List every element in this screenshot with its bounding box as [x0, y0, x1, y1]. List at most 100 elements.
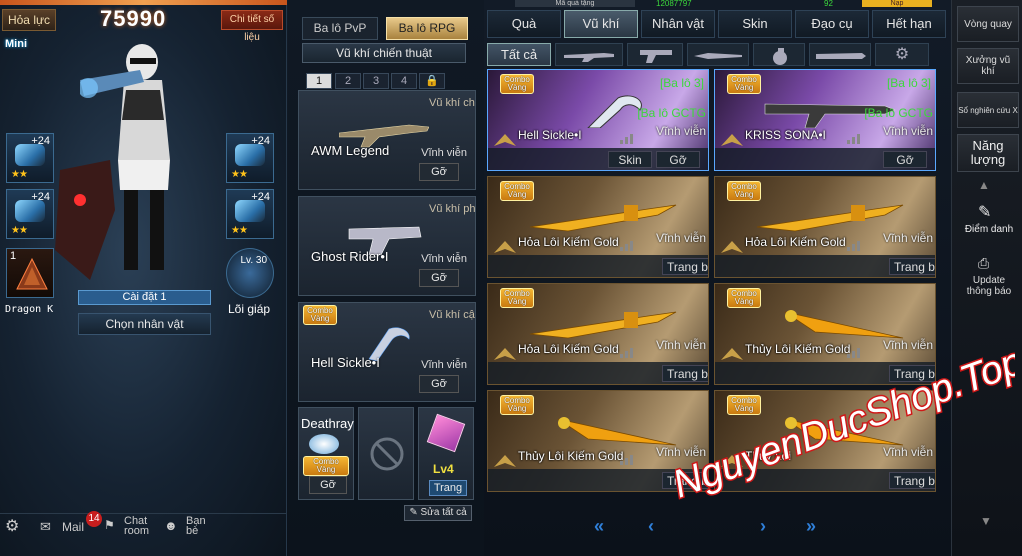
weapon-name: Deathray	[301, 416, 354, 431]
first-page-button[interactable]: «	[594, 516, 604, 537]
secondary-weapon-slot[interactable]: Vũ khí phụ Ghost Rider•I Vĩnh viễn Gỡ	[298, 196, 476, 296]
item-slot[interactable]: Lv4 Trang	[418, 407, 474, 500]
filter-grenade[interactable]	[753, 43, 805, 66]
equip-button[interactable]: Trang	[429, 480, 467, 496]
chat-room-label[interactable]: Chat room	[124, 516, 158, 537]
equip-button[interactable]: Trang b	[889, 258, 935, 275]
tab-weapons[interactable]: Vũ khí	[564, 10, 638, 38]
slot-goggles[interactable]: +24 ★★	[226, 133, 274, 183]
slot-jetpack[interactable]: +24 ★★	[226, 189, 274, 239]
energy-button[interactable]: Năng lượng	[957, 134, 1019, 172]
scroll-up-icon[interactable]: ▲	[978, 178, 990, 192]
slot-stars: ★★	[11, 169, 28, 180]
remove-button[interactable]: Gỡ	[419, 163, 459, 181]
edit-all-button[interactable]: ✎ Sửa tất cả	[404, 505, 472, 521]
card-action-bar: Trang b	[715, 469, 935, 491]
equip-button[interactable]: Trang b	[889, 365, 935, 382]
slot-core[interactable]: Lv. 30	[226, 248, 274, 298]
primary-weapon-slot[interactable]: Vũ khí chín AWM Legend Vĩnh viễn Gỡ	[298, 90, 476, 190]
page-4-tab[interactable]: 4	[391, 73, 417, 89]
weapon-workshop-button[interactable]: Xưởng vũ khí	[957, 48, 1019, 84]
gold-blade-image	[784, 310, 904, 339]
page-1-tab[interactable]: 1	[306, 73, 332, 89]
chat-icon[interactable]: ⚑	[104, 518, 115, 532]
equip-button[interactable]: Trang b	[889, 472, 935, 489]
slot-helmet[interactable]: +24 ★★	[6, 133, 54, 183]
combo-gold-badge: Combo Vàng	[727, 288, 761, 308]
firepower-label: Hỏa lực	[2, 9, 56, 31]
next-page-button[interactable]: ›	[760, 516, 766, 537]
remove-button[interactable]: Gỡ	[309, 476, 347, 494]
jetpack-icon	[235, 200, 265, 222]
weapon-card[interactable]: Combo Vàng Thủy Lôi Kiếm Gold Vĩnh viễn …	[714, 283, 936, 385]
prev-page-button[interactable]: ‹	[648, 516, 654, 537]
friends-label[interactable]: Bạn bè	[186, 516, 212, 537]
slot-dragon[interactable]: 1	[6, 248, 54, 298]
card-action-bar: Trang b	[488, 255, 708, 277]
weapon-card[interactable]: Combo Vàng [Ba lô 3] [Ba lô GCTG Hell Si…	[487, 69, 709, 171]
page-3-tab[interactable]: 3	[363, 73, 389, 89]
weapon-card[interactable]: Combo Vàng Thủy Lôi Kiếm Gold Vĩnh viễn …	[487, 390, 709, 492]
tab-pvp-backpack[interactable]: Ba lô PvP	[302, 17, 378, 40]
topup-button[interactable]: Nạp	[862, 0, 932, 7]
card-action-bar: Trang b	[488, 362, 708, 384]
filter-special[interactable]	[809, 43, 871, 66]
weapon-card[interactable]: Combo Vàng Hỏa Lôi Kiếm Gold Vĩnh viễn T…	[714, 176, 936, 278]
remove-button[interactable]: Gỡ	[419, 375, 459, 393]
remove-button[interactable]: Gỡ	[419, 269, 459, 287]
research-book-button[interactable]: Sổ nghiên cứu X	[957, 92, 1019, 128]
settings-icon[interactable]: ⚙	[5, 516, 19, 536]
combo-gold-badge: Combo Vàng	[727, 181, 761, 201]
settings-filter-icon[interactable]: ⚙	[875, 43, 929, 66]
grenade-slot[interactable]: Deathray Combo Vàng Gỡ	[298, 407, 354, 500]
equip-button[interactable]: Trang b	[662, 365, 708, 382]
weapon-card[interactable]: Combo Vàng [Ba lô 3] [Ba lô GCTG KRISS S…	[714, 69, 936, 171]
tab-characters[interactable]: Nhân vật	[641, 10, 715, 38]
slot-level: Lv. 30	[240, 255, 268, 266]
filter-rifle[interactable]	[555, 43, 623, 66]
scroll-down-icon[interactable]: ▼	[980, 514, 992, 528]
stats-detail-button[interactable]: Chi tiết số liệu	[221, 10, 283, 43]
combo-gold-badge: Combo Vàng	[500, 181, 534, 201]
checkin-icon[interactable]: ✎	[978, 202, 991, 222]
tab-gifts[interactable]: Quà	[487, 10, 561, 38]
page-2-tab[interactable]: 2	[335, 73, 361, 89]
choose-character-button[interactable]: Chọn nhân vật	[78, 313, 211, 335]
tab-skins[interactable]: Skin	[718, 10, 792, 38]
remove-button[interactable]: Gỡ	[883, 151, 927, 168]
tab-expired[interactable]: Hết hạn	[872, 10, 946, 38]
tactical-weapon-button[interactable]: Vũ khí chiến thuật	[302, 43, 466, 63]
slot-armor[interactable]: +24 ★★	[6, 189, 54, 239]
mail-label[interactable]: Mail	[62, 520, 84, 534]
last-page-button[interactable]: »	[806, 516, 816, 537]
tab-rpg-backpack[interactable]: Ba lô RPG	[386, 17, 468, 40]
skin-button[interactable]: Skin	[608, 151, 652, 168]
friends-icon[interactable]: ☻	[164, 518, 178, 533]
weapon-name: Thủy Lôi Kiếm Gold	[518, 449, 624, 463]
equip-button[interactable]: Trang b	[662, 472, 708, 489]
gift-code-strip[interactable]: Mã quà tặng	[515, 0, 635, 7]
remove-button[interactable]: Gỡ	[656, 151, 700, 168]
weapon-card[interactable]: Combo Vàng Hỏa Lôi Kiếm Gold Vĩnh viễn T…	[487, 283, 709, 385]
filter-melee[interactable]	[687, 43, 749, 66]
lucky-wheel-button[interactable]: Vòng quay	[957, 6, 1019, 42]
mini-label[interactable]: Mini	[5, 38, 31, 60]
weapon-name: Thủy Lôi Kiếm Gold	[745, 342, 851, 356]
melee-weapon-slot[interactable]: Vũ khí cận Combo Vàng Hell Sickle•I Vĩnh…	[298, 302, 476, 402]
weapon-card[interactable]: Combo Vàng Thủy Lôi Vĩnh viễn Trang b	[714, 390, 936, 492]
slot-stars: ★★	[231, 225, 248, 236]
weapon-card[interactable]: Combo Vàng Hỏa Lôi Kiếm Gold Vĩnh viễn T…	[487, 176, 709, 278]
lock-icon[interactable]: 🔒	[419, 73, 445, 89]
filter-all[interactable]: Tất cả	[487, 43, 551, 66]
combo-gold-badge: Combo Vàng	[727, 74, 761, 94]
checkin-label[interactable]: Điểm danh	[962, 224, 1016, 235]
update-icon[interactable]: ⎙	[978, 255, 989, 272]
mail-icon[interactable]: ✉	[40, 519, 51, 535]
equip-button[interactable]: Trang b	[662, 258, 708, 275]
tab-items[interactable]: Đạo cụ	[795, 10, 869, 38]
rank-wing-icon	[494, 348, 516, 360]
update-notice-label[interactable]: Update thông báo	[960, 275, 1018, 297]
filter-pistol[interactable]	[627, 43, 683, 66]
empty-slot[interactable]	[358, 407, 414, 500]
setup-label[interactable]: Cài đặt 1	[78, 290, 211, 305]
